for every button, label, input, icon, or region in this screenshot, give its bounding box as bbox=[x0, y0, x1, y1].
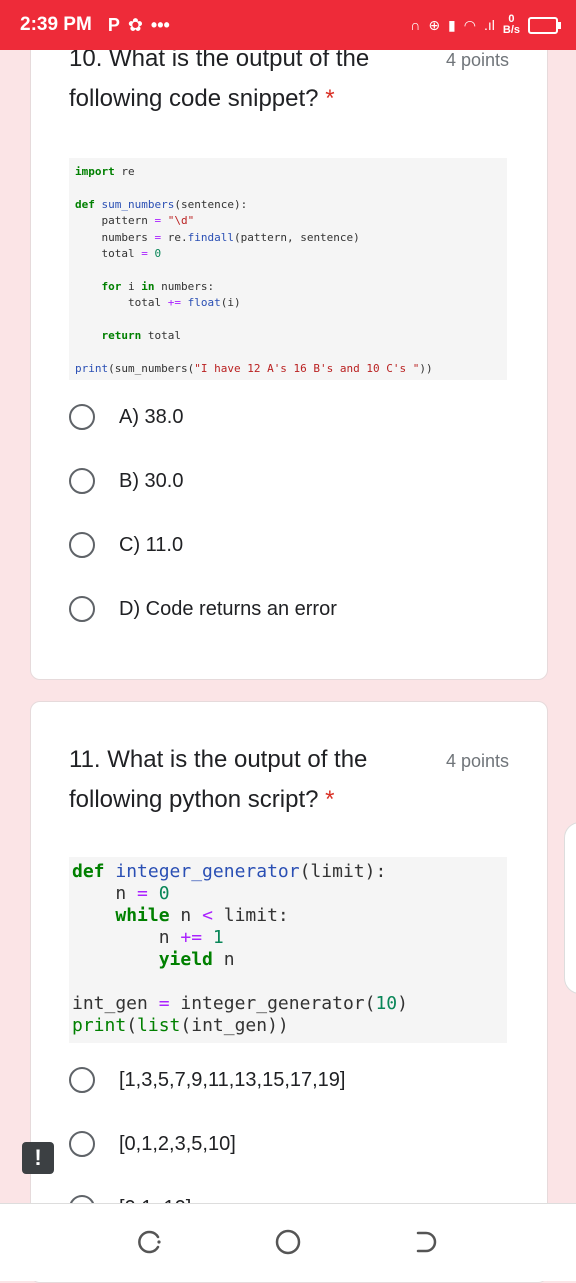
option-a[interactable]: A) 38.0 bbox=[69, 404, 183, 430]
home-icon[interactable] bbox=[274, 1228, 302, 1256]
status-time: 2:39 PM bbox=[20, 14, 92, 35]
feedback-icon[interactable]: ! bbox=[22, 1142, 54, 1174]
gear-icon: ✿ bbox=[127, 14, 143, 35]
signal-icon: .ıl bbox=[483, 17, 495, 33]
radio-button[interactable] bbox=[69, 404, 95, 430]
radio-button[interactable] bbox=[69, 596, 95, 622]
question-10-card: 10. What is the output of the following … bbox=[30, 0, 548, 680]
more-dots-icon: ••• bbox=[150, 14, 170, 35]
question-11-points: 4 points bbox=[445, 751, 509, 771]
question-10-title: 10. What is the output of the following … bbox=[69, 45, 370, 112]
radio-button[interactable] bbox=[69, 1067, 95, 1093]
option-c[interactable]: C) 11.0 bbox=[69, 532, 183, 558]
side-panel-handle[interactable] bbox=[564, 822, 576, 994]
wifi-icon: ◠ bbox=[463, 16, 476, 33]
option-b[interactable]: [0,1,2,3,5,10] bbox=[69, 1131, 236, 1157]
network-speed: 0 B/s bbox=[503, 14, 520, 36]
question-10-code: import re def sum_numbers(sentence): pat… bbox=[69, 158, 507, 380]
option-d[interactable]: D) Code returns an error bbox=[69, 596, 337, 622]
question-10-points: 4 points bbox=[445, 50, 509, 70]
status-bar: 2:39 PM P ✿ ••• ∩ ⊕ ▮ ◠ .ıl 0 B/s bbox=[0, 0, 576, 50]
question-11-card: 11. What is the output of the following … bbox=[30, 701, 548, 1283]
data-saver-icon: ⊕ bbox=[428, 16, 441, 33]
battery-icon bbox=[528, 16, 561, 34]
recent-apps-icon[interactable] bbox=[136, 1228, 164, 1256]
radio-button[interactable] bbox=[69, 468, 95, 494]
vibrate-icon: ▮ bbox=[448, 16, 456, 33]
back-icon[interactable] bbox=[412, 1228, 440, 1256]
required-mark: * bbox=[325, 786, 335, 813]
radio-button[interactable] bbox=[69, 1131, 95, 1157]
radio-button[interactable] bbox=[69, 532, 95, 558]
required-mark: * bbox=[325, 85, 335, 112]
option-b[interactable]: B) 30.0 bbox=[69, 468, 183, 494]
p-icon: P bbox=[107, 14, 120, 35]
option-a[interactable]: [1,3,5,7,9,11,13,15,17,19] bbox=[69, 1067, 345, 1093]
question-11-code: def integer_generator(limit): n = 0 whil… bbox=[69, 857, 507, 1043]
speed-unit: B/s bbox=[502, 24, 520, 36]
navigation-bar bbox=[0, 1203, 576, 1281]
question-11-title: 11. What is the output of the following … bbox=[69, 746, 368, 813]
headset-icon: ∩ bbox=[410, 17, 421, 33]
